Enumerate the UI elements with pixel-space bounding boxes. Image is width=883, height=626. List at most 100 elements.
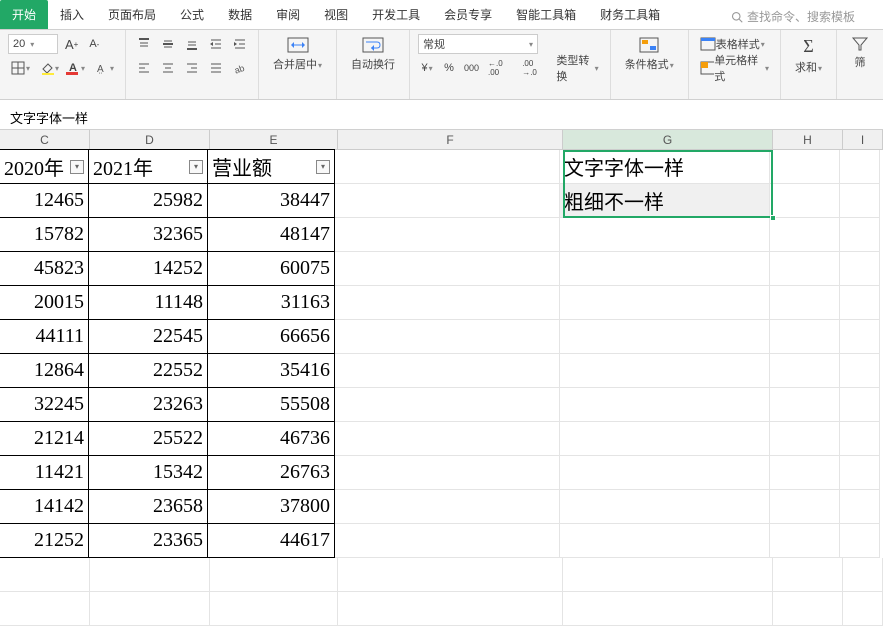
phonetic-button[interactable]: A̤▾ — [92, 58, 117, 78]
align-center-button[interactable] — [158, 58, 178, 78]
cell-h[interactable] — [770, 388, 840, 422]
cell-header-c[interactable]: 2020年▾ — [0, 149, 89, 184]
align-left-button[interactable] — [134, 58, 154, 78]
tab-data[interactable]: 数据 — [216, 0, 264, 29]
cell-g[interactable] — [560, 490, 770, 524]
cell-g[interactable] — [560, 354, 770, 388]
cell-d[interactable]: 11148 — [88, 285, 208, 320]
tab-member[interactable]: 会员专享 — [432, 0, 504, 29]
cell-c[interactable] — [0, 592, 90, 626]
cell-d[interactable]: 22552 — [88, 353, 208, 388]
cell-e[interactable]: 46736 — [207, 421, 335, 456]
cell-c[interactable]: 15782 — [0, 217, 89, 252]
cell-i[interactable] — [843, 558, 883, 592]
autosum-button[interactable]: Σ 求和▾ — [789, 34, 828, 77]
cell-h[interactable] — [770, 524, 840, 558]
distribute-button[interactable] — [206, 58, 226, 78]
align-top-button[interactable] — [134, 34, 154, 54]
cell-header-e[interactable]: 营业额▾ — [207, 149, 335, 184]
align-middle-button[interactable] — [158, 34, 178, 54]
cell-h[interactable] — [773, 558, 843, 592]
cell-c[interactable]: 44111 — [0, 319, 89, 354]
table-style-button[interactable]: 表格样式▾ — [697, 34, 768, 54]
cell-i[interactable] — [840, 524, 880, 558]
border-button[interactable]: ▾ — [8, 58, 33, 78]
wrap-text-button[interactable]: 自动换行 — [345, 34, 401, 74]
cell-f[interactable] — [335, 354, 560, 388]
cell-d[interactable]: 23365 — [88, 523, 208, 558]
cell-f[interactable] — [335, 286, 560, 320]
font-size-select[interactable]: 20▾ — [8, 34, 58, 54]
cell-i[interactable] — [843, 592, 883, 626]
col-header-c[interactable]: C — [0, 130, 90, 149]
col-header-i[interactable]: I — [843, 130, 883, 149]
col-header-h[interactable]: H — [773, 130, 843, 149]
cell-f[interactable] — [335, 320, 560, 354]
cell-g[interactable] — [560, 320, 770, 354]
cell-d[interactable]: 14252 — [88, 251, 208, 286]
cell-f[interactable] — [335, 456, 560, 490]
cell-e[interactable]: 44617 — [207, 523, 335, 558]
tab-smarttools[interactable]: 智能工具箱 — [504, 0, 588, 29]
indent-decrease-button[interactable] — [206, 34, 226, 54]
cell-i[interactable] — [840, 286, 880, 320]
cell-i[interactable] — [840, 218, 880, 252]
cell-i[interactable] — [840, 150, 880, 184]
cell-g[interactable] — [560, 388, 770, 422]
tab-view[interactable]: 视图 — [312, 0, 360, 29]
decimal-decrease-button[interactable]: .00 →.0 — [519, 58, 549, 78]
tab-finance[interactable]: 财务工具箱 — [588, 0, 672, 29]
col-header-e[interactable]: E — [210, 130, 338, 149]
cell-i[interactable] — [840, 320, 880, 354]
col-header-f[interactable]: F — [338, 130, 563, 149]
cell-d[interactable]: 32365 — [88, 217, 208, 252]
spreadsheet-grid[interactable]: C D E F G H I 2020年▾2021年▾营业额▾文字字体一样1246… — [0, 130, 883, 626]
fill-color-button[interactable]: ▾ — [37, 58, 62, 78]
cell-c[interactable]: 45823 — [0, 251, 89, 286]
orientation-button[interactable]: ab — [230, 58, 250, 78]
indent-increase-button[interactable] — [230, 34, 250, 54]
cell-e[interactable]: 38447 — [207, 183, 335, 218]
selection-handle[interactable] — [770, 215, 776, 221]
cell-c[interactable] — [0, 558, 90, 592]
cell-c[interactable]: 14142 — [0, 489, 89, 524]
cell-g[interactable] — [563, 592, 773, 626]
cell-h[interactable] — [770, 490, 840, 524]
cell-g[interactable] — [560, 422, 770, 456]
cell-i[interactable] — [840, 354, 880, 388]
cell-g[interactable] — [563, 558, 773, 592]
merge-center-button[interactable]: 合并居中▾ — [267, 34, 328, 74]
cell-c[interactable]: 11421 — [0, 455, 89, 490]
cell-e[interactable]: 37800 — [207, 489, 335, 524]
cell-e[interactable]: 26763 — [207, 455, 335, 490]
cell-i[interactable] — [840, 388, 880, 422]
cell-g[interactable] — [560, 524, 770, 558]
cell-i[interactable] — [840, 422, 880, 456]
cell-g[interactable] — [560, 456, 770, 490]
cell-c[interactable]: 20015 — [0, 285, 89, 320]
align-bottom-button[interactable] — [182, 34, 202, 54]
cell-h[interactable] — [773, 592, 843, 626]
cell-c[interactable]: 21252 — [0, 523, 89, 558]
cell-i[interactable] — [840, 184, 880, 218]
cell-h[interactable] — [770, 184, 840, 218]
cell-d[interactable]: 15342 — [88, 455, 208, 490]
cell-d[interactable] — [90, 592, 210, 626]
cell-e[interactable] — [210, 592, 338, 626]
cell-e[interactable]: 48147 — [207, 217, 335, 252]
cell-g2[interactable]: 粗细不一样 — [560, 184, 770, 218]
cell-f[interactable] — [338, 592, 563, 626]
filter-dropdown-button[interactable]: ▾ — [189, 160, 203, 174]
cell-f[interactable] — [335, 218, 560, 252]
currency-button[interactable]: ¥▾ — [418, 58, 436, 78]
cell-f[interactable] — [335, 252, 560, 286]
cell-header-d[interactable]: 2021年▾ — [88, 149, 208, 184]
cell-f[interactable] — [335, 422, 560, 456]
col-header-d[interactable]: D — [90, 130, 210, 149]
cell-d[interactable]: 23263 — [88, 387, 208, 422]
font-color-button[interactable]: A ▾ — [66, 58, 88, 78]
command-search[interactable]: 查找命令、搜索模板 — [723, 4, 863, 29]
font-increase-button[interactable]: A+ — [62, 34, 81, 54]
tab-layout[interactable]: 页面布局 — [96, 0, 168, 29]
font-decrease-button[interactable]: A- — [85, 34, 103, 54]
